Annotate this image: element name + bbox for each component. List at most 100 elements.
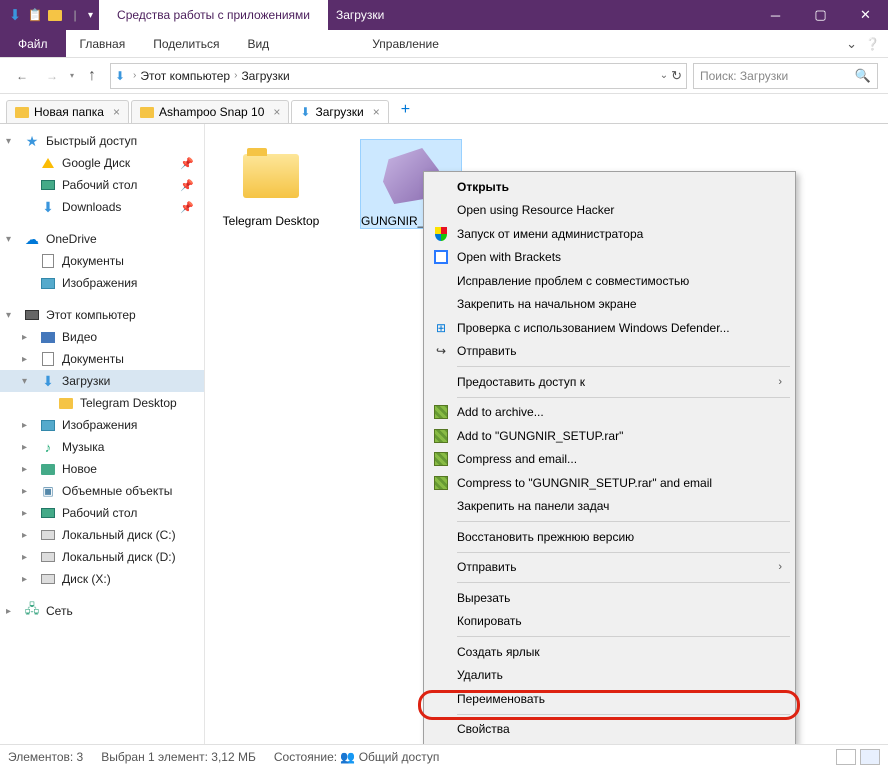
gdrive-icon: [40, 155, 56, 171]
tree-this-pc[interactable]: Этот компьютер: [0, 304, 204, 326]
video-icon: [40, 329, 56, 345]
ctx-compat-troubleshoot[interactable]: Исправление проблем с совместимостью: [427, 269, 792, 293]
ctx-send-1[interactable]: ↪Отправить: [427, 340, 792, 364]
nav-history-dropdown[interactable]: ▾: [70, 71, 74, 80]
ctx-cut[interactable]: Вырезать: [427, 586, 792, 610]
menu-manage[interactable]: Управление: [358, 30, 453, 57]
view-icons-button[interactable]: [860, 749, 880, 765]
tree-disk-d[interactable]: Локальный диск (D:): [0, 546, 204, 568]
ctx-delete[interactable]: Удалить: [427, 664, 792, 688]
tree-video[interactable]: Видео: [0, 326, 204, 348]
separator: [457, 714, 790, 715]
ctx-open[interactable]: Открыть: [427, 175, 792, 199]
ctx-pin-taskbar[interactable]: Закрепить на панели задач: [427, 495, 792, 519]
tab-add-button[interactable]: +: [391, 97, 420, 123]
tree-desktop2[interactable]: Рабочий стол: [0, 502, 204, 524]
ribbon-tabs: Файл Главная Поделиться Вид Управление ⌄…: [0, 30, 888, 58]
tree-downloads-ru[interactable]: ⬇Загрузки: [0, 370, 204, 392]
ctx-add-archive[interactable]: Add to archive...: [427, 401, 792, 425]
separator: [457, 582, 790, 583]
ctx-restore-version[interactable]: Восстановить прежнюю версию: [427, 525, 792, 549]
ctx-run-admin[interactable]: Запуск от имени администратора: [427, 222, 792, 246]
tree-3d-objects[interactable]: ▣Объемные объекты: [0, 480, 204, 502]
menu-view[interactable]: Вид: [233, 30, 283, 57]
separator: [457, 636, 790, 637]
folder-icon: [15, 107, 29, 118]
ctx-create-shortcut[interactable]: Создать ярлык: [427, 640, 792, 664]
ribbon-context-label: Средства работы с приложениями: [99, 0, 328, 30]
folder-icon: [58, 395, 74, 411]
ctx-pin-start[interactable]: Закрепить на начальном экране: [427, 293, 792, 317]
menu-share[interactable]: Поделиться: [139, 30, 233, 57]
tab-ashampoo[interactable]: Ashampoo Snap 10 ×: [131, 100, 289, 123]
help-icon[interactable]: ❔: [865, 37, 880, 51]
tree-downloads-en[interactable]: ⬇Downloads📌: [0, 196, 204, 218]
ctx-properties[interactable]: Свойства: [427, 718, 792, 742]
tree-desktop[interactable]: Рабочий стол📌: [0, 174, 204, 196]
tree-new[interactable]: Новое: [0, 458, 204, 480]
tree-google-drive[interactable]: Google Диск📌: [0, 152, 204, 174]
tree-images[interactable]: Изображения: [0, 414, 204, 436]
tree-documents[interactable]: Документы: [0, 348, 204, 370]
tree-onedrive[interactable]: ☁OneDrive: [0, 228, 204, 250]
tab-downloads[interactable]: ⬇ Загрузки ×: [291, 100, 388, 123]
people-icon: 👥: [340, 750, 355, 764]
tree-disk-c[interactable]: Локальный диск (C:): [0, 524, 204, 546]
ctx-add-rar[interactable]: Add to "GUNGNIR_SETUP.rar": [427, 424, 792, 448]
view-details-button[interactable]: [836, 749, 856, 765]
close-button[interactable]: ✕: [843, 0, 888, 30]
ribbon-collapse-icon[interactable]: ⌄: [846, 36, 857, 52]
ctx-rename[interactable]: Переименовать: [427, 687, 792, 711]
qat-dropdown-icon[interactable]: ▾: [88, 10, 93, 21]
breadcrumb-pc[interactable]: Этот компьютер: [140, 69, 230, 83]
menu-home[interactable]: Главная: [66, 30, 140, 57]
shield-icon: [432, 225, 450, 243]
ctx-share-access[interactable]: Предоставить доступ к›: [427, 370, 792, 394]
ctx-send-to[interactable]: Отправить›: [427, 556, 792, 580]
address-bar[interactable]: ⬇ › Этот компьютер › Загрузки ⌄ ↻: [110, 63, 687, 89]
chevron-right-icon[interactable]: ›: [234, 70, 237, 81]
tab-bar: Новая папка × Ashampoo Snap 10 × ⬇ Загру…: [0, 94, 888, 124]
tree-onedrive-docs[interactable]: Документы: [0, 250, 204, 272]
file-folder-telegram[interactable]: Telegram Desktop: [221, 140, 321, 228]
folder-icon: [46, 6, 64, 24]
ctx-compress-rar-email[interactable]: Compress to "GUNGNIR_SETUP.rar" and emai…: [427, 471, 792, 495]
menu-file[interactable]: Файл: [0, 30, 66, 57]
clipboard-icon: 📋: [26, 6, 44, 24]
tree-quick-access[interactable]: ★Быстрый доступ: [0, 130, 204, 152]
document-icon: [40, 253, 56, 269]
separator: [457, 366, 790, 367]
address-dropdown-icon[interactable]: ⌄: [660, 70, 668, 81]
chevron-right-icon[interactable]: ›: [133, 70, 136, 81]
pin-icon: 📌: [180, 157, 194, 170]
close-icon[interactable]: ×: [113, 105, 120, 119]
tree-network[interactable]: 🖧Сеть: [0, 600, 204, 622]
star-icon: ★: [24, 133, 40, 149]
maximize-button[interactable]: ▢: [798, 0, 843, 30]
close-icon[interactable]: ×: [273, 105, 280, 119]
download-icon: ⬇: [40, 373, 56, 389]
disk-icon: [40, 527, 56, 543]
search-input[interactable]: Поиск: Загрузки 🔍: [693, 63, 878, 89]
breadcrumb-location[interactable]: Загрузки: [241, 69, 289, 83]
ctx-copy[interactable]: Копировать: [427, 610, 792, 634]
close-icon[interactable]: ×: [373, 105, 380, 119]
refresh-icon[interactable]: ↻: [671, 68, 682, 84]
pin-icon: 📌: [180, 179, 194, 192]
ctx-resource-hacker[interactable]: Open using Resource Hacker: [427, 199, 792, 223]
image-icon: [40, 417, 56, 433]
tree-music[interactable]: ♪Музыка: [0, 436, 204, 458]
ctx-open-brackets[interactable]: Open with Brackets: [427, 246, 792, 270]
tree-onedrive-images[interactable]: Изображения: [0, 272, 204, 294]
context-menu: Открыть Open using Resource Hacker Запус…: [423, 171, 796, 745]
nav-back-button[interactable]: ←: [10, 64, 34, 88]
tree-telegram[interactable]: Telegram Desktop: [0, 392, 204, 414]
minimize-button[interactable]: ─: [753, 0, 798, 30]
tree-disk-x[interactable]: Диск (X:): [0, 568, 204, 590]
tab-new-folder[interactable]: Новая папка ×: [6, 100, 129, 123]
ctx-defender[interactable]: ⊞Проверка с использованием Windows Defen…: [427, 316, 792, 340]
desktop-icon: [40, 177, 56, 193]
nav-up-button[interactable]: ↑: [80, 64, 104, 88]
search-icon[interactable]: 🔍: [855, 68, 871, 84]
ctx-compress-email[interactable]: Compress and email...: [427, 448, 792, 472]
